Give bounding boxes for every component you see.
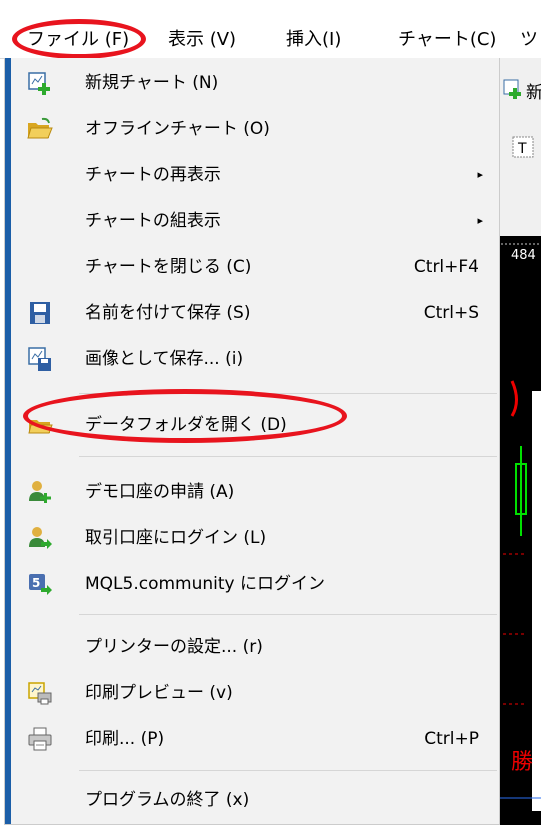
new-chart-icon[interactable] <box>503 78 525 100</box>
menu-item-print[interactable]: 印刷... (P) Ctrl+P <box>11 716 499 762</box>
print-preview-icon <box>28 682 52 705</box>
data-folder-icon <box>28 420 53 434</box>
menu-item-login-mql5[interactable]: 5 MQL5.community にログイン <box>11 561 499 607</box>
save-image-icon <box>28 347 51 371</box>
submenu-arrow-icon: ▸ <box>477 168 483 181</box>
menu-chart[interactable]: チャート(C) <box>398 27 496 53</box>
menu-item-shortcut: Ctrl+S <box>423 303 479 323</box>
menu-item-label: チャートを閉じる (C) <box>85 257 252 277</box>
chart-graphics <box>497 243 541 811</box>
menu-item-shortcut: Ctrl+F4 <box>413 257 479 277</box>
chart-text: 勝 <box>511 750 534 775</box>
menu-item-label: 名前を付けて保存 (S) <box>85 303 251 323</box>
menu-item-label: 印刷プレビュー (v) <box>85 683 233 703</box>
background-chart: 484 勝 <box>497 236 541 825</box>
menu-separator <box>79 614 497 615</box>
menu-item-open-data-folder[interactable]: データフォルダを開く (D) <box>11 402 499 448</box>
menu-item-label: データフォルダを開く (D) <box>85 415 287 435</box>
menu-item-label: オフラインチャート (O) <box>85 119 270 139</box>
submenu-arrow-icon: ▸ <box>477 214 483 227</box>
menu-item-label: 印刷... (P) <box>85 729 165 749</box>
menu-tools-truncated[interactable]: ツ <box>520 27 538 53</box>
menu-item-label: MQL5.community にログイン <box>85 574 326 594</box>
menu-item-label: 取引口座にログイン (L) <box>85 528 267 548</box>
new-chart-icon <box>28 72 50 95</box>
menu-item-chart-redisplay[interactable]: チャートの再表示 ▸ <box>11 152 499 198</box>
menu-insert[interactable]: 挿入(I) <box>286 27 341 53</box>
menu-separator <box>79 770 497 771</box>
user-login-icon <box>29 527 52 549</box>
menu-item-label: プリンターの設定... (r) <box>85 637 263 657</box>
menu-item-open-demo-account[interactable]: デモ口座の申請 (A) <box>11 469 499 515</box>
svg-text:5: 5 <box>32 576 40 590</box>
menu-bar: ファイル (F) 表示 (V) 挿入(I) チャート(C) ツ <box>0 0 541 59</box>
menu-item-save-as-picture[interactable]: 画像として保存... (i) <box>11 336 499 382</box>
menu-item-label: 画像として保存... (i) <box>85 349 244 369</box>
menu-item-chart-profile[interactable]: チャートの組表示 ▸ <box>11 198 499 244</box>
toolbar-new-label: 新 <box>526 83 541 103</box>
menu-separator <box>79 393 497 394</box>
menu-item-shortcut: Ctrl+P <box>424 729 479 749</box>
menu-item-label: 新規チャート (N) <box>85 73 219 93</box>
menu-item-label: デモ口座の申請 (A) <box>85 482 235 502</box>
menu-separator <box>79 456 497 457</box>
background-toolbar: 新 T <box>497 58 541 236</box>
menu-item-close-chart[interactable]: チャートを閉じる (C) Ctrl+F4 <box>11 244 499 290</box>
menu-item-login-trade-account[interactable]: 取引口座にログイン (L) <box>11 515 499 561</box>
menu-item-label: チャートの組表示 <box>85 211 221 231</box>
menu-item-label: プログラムの終了 (x) <box>85 790 250 810</box>
menu-item-label: チャートの再表示 <box>85 165 221 185</box>
text-tool-icon[interactable]: T <box>512 136 534 158</box>
printer-icon <box>28 727 52 751</box>
floppy-disk-icon <box>30 302 50 324</box>
menu-item-printer-setup[interactable]: プリンターの設定... (r) <box>11 624 499 670</box>
svg-text:T: T <box>517 141 527 157</box>
menu-file[interactable]: ファイル (F) <box>27 27 129 53</box>
menu-item-print-preview[interactable]: 印刷プレビュー (v) <box>11 670 499 716</box>
menu-item-save-as[interactable]: 名前を付けて保存 (S) Ctrl+S <box>11 290 499 336</box>
open-folder-icon <box>27 117 53 139</box>
menu-item-offline-chart[interactable]: オフラインチャート (O) <box>11 106 499 152</box>
menu-item-exit[interactable]: プログラムの終了 (x) <box>11 777 499 823</box>
menu-item-new-chart[interactable]: 新規チャート (N) <box>11 60 499 106</box>
user-add-icon <box>29 481 51 503</box>
menu-view[interactable]: 表示 (V) <box>168 27 236 53</box>
mql5-icon: 5 <box>29 574 52 595</box>
file-dropdown-menu: 新規チャート (N) オフラインチャート (O) チャートの再表示 ▸ チャート… <box>4 58 500 825</box>
